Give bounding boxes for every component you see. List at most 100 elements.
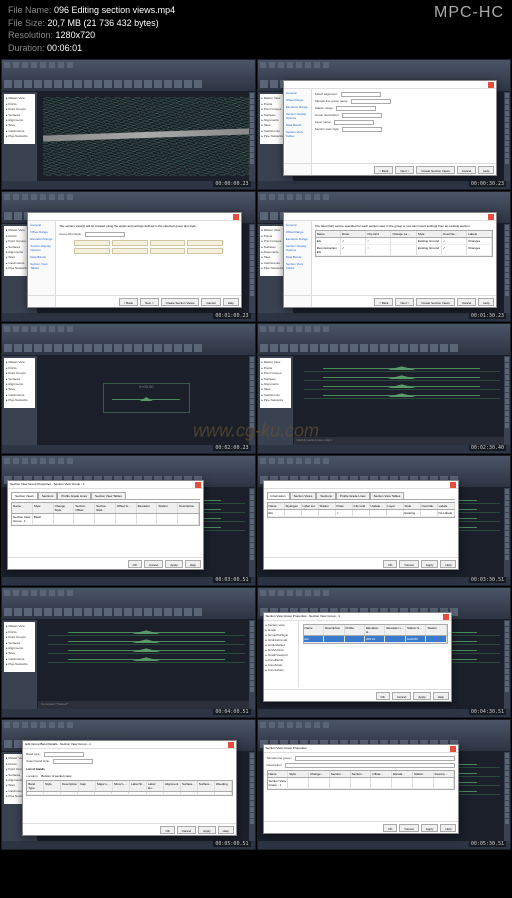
close-icon[interactable] — [450, 746, 456, 752]
select[interactable] — [53, 759, 93, 764]
tree-item[interactable]: ▸ AnnoBands — [266, 658, 296, 662]
dialog-button[interactable]: Cancel — [457, 298, 476, 306]
app-ribbon[interactable] — [258, 342, 511, 356]
tree-item[interactable]: ▸ AnnoLabels — [266, 668, 296, 672]
dialog-button[interactable]: Cancel — [177, 826, 196, 834]
video-thumbnail[interactable]: Section View Group Properties - Section … — [257, 587, 512, 718]
tab[interactable]: Section View Tables — [91, 492, 126, 499]
drawing-canvas[interactable]: 0+00.00 — [38, 356, 255, 445]
dialog-button[interactable]: Cancel — [399, 824, 418, 832]
nav-item[interactable]: Section View Tables — [286, 130, 309, 138]
video-thumbnail[interactable]: ▸ Master View▸ Points▸ Point Groups▸ Sur… — [1, 59, 256, 190]
dialog-button[interactable]: < Back — [119, 298, 138, 306]
dialog-tabs[interactable]: Section ViewsSectionsProfile Grade Lines… — [11, 492, 200, 500]
nav-item[interactable]: Data Bands — [286, 123, 309, 127]
drawing-canvas[interactable]: Identify section view origin: — [294, 356, 511, 445]
field-input[interactable] — [285, 763, 455, 768]
dialog-button[interactable]: Next > — [140, 298, 159, 306]
dialog-button[interactable]: Help — [223, 298, 239, 306]
side-toolbar[interactable] — [249, 752, 255, 841]
data-table[interactable]: NameDrawClip GridChange La...StyleOverri… — [315, 230, 494, 257]
table-row[interactable]: Section View Group - 1Basic — [12, 514, 199, 525]
app-ribbon[interactable] — [2, 606, 255, 620]
dialog-button[interactable]: Help — [478, 298, 494, 306]
video-thumbnail[interactable]: ▸ Master View▸ Points▸ Point Groups▸ Sur… — [257, 59, 512, 190]
toolspace-sidebar[interactable]: ▸ Master View▸ Points▸ Point Groups▸ Sur… — [2, 356, 38, 445]
dialog-button[interactable]: Help — [478, 166, 494, 174]
close-icon[interactable] — [488, 214, 494, 220]
dialog-button[interactable]: Cancel — [399, 560, 418, 568]
dialog-button[interactable]: Apply — [165, 560, 183, 568]
command-line[interactable]: Command: *Cancel* — [38, 701, 255, 709]
data-table[interactable]: NameStyleChange...Section...Section...Of… — [267, 770, 456, 790]
prospector-tree[interactable]: ▸ Master View▸ Points▸ Point Groups▸ Sur… — [4, 358, 35, 408]
field-input[interactable] — [342, 113, 382, 118]
data-table[interactable]: Band TypeStyleDescriptionGapMajor L...Mi… — [26, 780, 233, 796]
close-icon[interactable] — [228, 742, 234, 748]
dialog-tabs[interactable]: InformationSection ViewsSectionsProfile … — [267, 492, 456, 500]
side-toolbar[interactable] — [249, 620, 255, 709]
video-thumbnail[interactable]: ▸ Master View▸ Points▸ Point Groups▸ Sur… — [1, 191, 256, 322]
close-icon[interactable] — [233, 214, 239, 220]
field-input[interactable] — [341, 92, 381, 97]
dialog-button[interactable]: Help — [218, 826, 234, 834]
nav-item[interactable]: General — [30, 223, 53, 227]
tree-item[interactable]: ▸ AnnoScale — [266, 663, 296, 667]
video-thumbnail[interactable]: ▸ Master View▸ Points▸ Point Groups▸ Sur… — [257, 191, 512, 322]
nav-item[interactable]: General — [286, 223, 309, 227]
nav-item[interactable]: Data Bands — [30, 255, 53, 259]
table-row[interactable]: Reconstruction EG✓○Existing Ground✓Chang… — [316, 245, 493, 256]
nav-item[interactable]: Elevation Range — [286, 237, 309, 241]
dialog-button[interactable]: OK — [376, 692, 390, 700]
nav-item[interactable]: Section Display Options — [30, 244, 53, 252]
side-toolbar[interactable] — [504, 92, 510, 181]
drawing-canvas[interactable] — [38, 92, 255, 181]
side-toolbar[interactable] — [249, 224, 255, 313]
nav-item[interactable]: Offset Range — [30, 230, 53, 234]
field-input[interactable] — [336, 106, 376, 111]
video-thumbnail[interactable]: Section View Group Properties Sample lin… — [257, 719, 512, 850]
close-icon[interactable] — [450, 482, 456, 488]
table-row[interactable]: EG✓○Existing Ground✓Changes — [316, 238, 493, 245]
dialog-nav[interactable]: GeneralOffset RangeElevation RangeSectio… — [28, 221, 56, 308]
toolspace-sidebar[interactable]: ▸ Master View▸ Points▸ Point Groups▸ Sur… — [2, 92, 38, 181]
nav-item[interactable]: Offset Range — [286, 230, 309, 234]
nav-item[interactable]: Elevation Range — [286, 105, 309, 109]
data-table[interactable]: NameDescriptionProfileElevation H...Elev… — [303, 624, 448, 644]
dialog-button[interactable]: OK — [160, 826, 174, 834]
side-toolbar[interactable] — [249, 488, 255, 577]
side-toolbar[interactable] — [504, 356, 510, 445]
nav-item[interactable]: Offset Range — [286, 98, 309, 102]
video-thumbnail[interactable]: ▸ Master View▸ Points▸ Point Groups▸ Sur… — [1, 323, 256, 454]
tab[interactable]: Section Views — [11, 492, 38, 499]
tab[interactable]: Sections — [38, 492, 58, 499]
side-toolbar[interactable] — [249, 356, 255, 445]
dialog-button[interactable]: Create Section Views — [416, 166, 455, 174]
side-toolbar[interactable] — [504, 224, 510, 313]
video-thumbnail[interactable]: ▸ Master View▸ Points▸ Point Groups▸ Sur… — [1, 587, 256, 718]
prospector-tree[interactable]: ▸ Master View▸ Points▸ Point Groups▸ Sur… — [4, 622, 35, 672]
dialog-button[interactable]: OK — [383, 824, 397, 832]
tree-item[interactable]: ▸ GridVertical — [266, 648, 296, 652]
tab[interactable]: Sections — [316, 492, 336, 499]
group-select[interactable] — [85, 232, 125, 237]
video-thumbnail[interactable]: ▸ Master View▸ Points▸ Point Groups▸ Sur… — [1, 719, 256, 850]
table-row[interactable]: EG✓Existing...No Labels — [268, 510, 455, 517]
toolspace-sidebar[interactable]: ▸ Master View▸ Points▸ Point Groups▸ Sur… — [258, 356, 294, 445]
nav-item[interactable]: Section View Tables — [286, 262, 309, 270]
dialog-button[interactable]: OK — [383, 560, 397, 568]
tab[interactable]: Profile Grade Lines — [336, 492, 370, 499]
nav-item[interactable]: Section View Tables — [30, 262, 53, 270]
field-input[interactable] — [295, 756, 456, 761]
app-ribbon[interactable] — [2, 342, 255, 356]
nav-item[interactable]: Data Bands — [286, 255, 309, 259]
close-icon[interactable] — [443, 614, 449, 620]
section-views[interactable] — [304, 366, 501, 435]
video-thumbnail[interactable]: ▸ Master View▸ Points▸ Point Groups▸ Sur… — [257, 323, 512, 454]
nav-item[interactable]: Section Display Options — [286, 244, 309, 252]
dialog-button[interactable]: Help — [433, 692, 449, 700]
table-row[interactable] — [27, 792, 232, 795]
nav-item[interactable]: Section Display Options — [286, 112, 309, 120]
dialog-button[interactable]: Cancel — [201, 298, 220, 306]
table-row[interactable]: Section View Group - 1 — [268, 778, 455, 789]
